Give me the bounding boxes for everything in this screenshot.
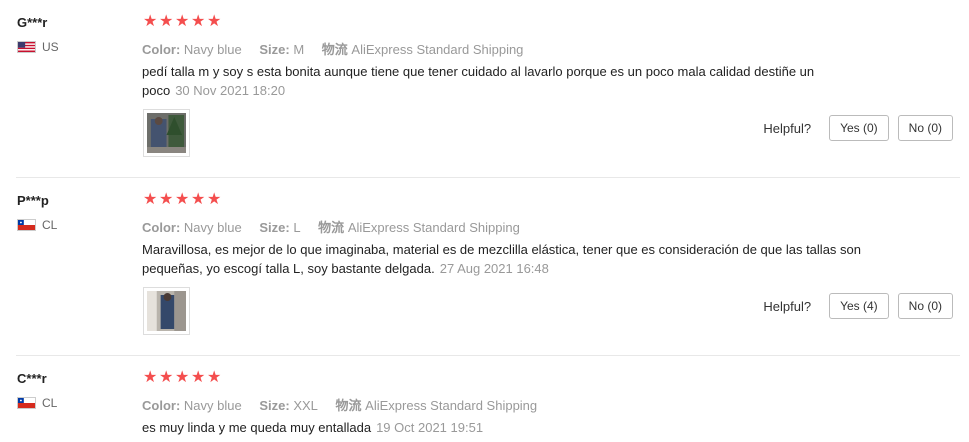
review-divider [16, 177, 960, 178]
star-icon: ★ [207, 13, 222, 30]
shipping-value: AliExpress Standard Shipping [347, 220, 520, 235]
order-info: Color: Navy blue Size: XXL 物流 AliExpress… [142, 395, 537, 414]
photo-image [147, 291, 186, 331]
chile-flag-icon [17, 219, 36, 231]
shipping-label: 物流 [321, 42, 348, 57]
helpful-vote: Helpful? Yes (0) No (0) [763, 115, 953, 141]
helpful-vote: Helpful? Yes (4) No (0) [763, 293, 953, 319]
review-photo-thumbnail[interactable] [143, 287, 190, 335]
star-icon: ★ [159, 191, 174, 208]
star-rating: ★ ★ ★ ★ ★ [143, 14, 222, 30]
size-label: Size: [259, 220, 290, 235]
helpful-yes-button[interactable]: Yes (0) [829, 115, 889, 141]
order-info: Color: Navy blue Size: M 物流 AliExpress S… [142, 39, 523, 58]
color-label: Color: [142, 220, 181, 235]
reviewer-country: CL [17, 396, 57, 410]
star-rating: ★ ★ ★ ★ ★ [143, 192, 222, 208]
helpful-yes-button[interactable]: Yes (4) [829, 293, 889, 319]
country-code: CL [42, 218, 58, 232]
country-code: US [42, 40, 59, 54]
star-icon: ★ [143, 13, 158, 30]
star-icon: ★ [191, 191, 206, 208]
color-value: Navy blue [183, 220, 242, 235]
star-icon: ★ [191, 13, 206, 30]
helpful-no-button[interactable]: No (0) [897, 293, 953, 319]
review-date: 30 Nov 2021 18:20 [175, 83, 286, 98]
color-label: Color: [142, 398, 181, 413]
size-value: M [293, 42, 305, 57]
photo-image [147, 113, 186, 153]
helpful-no-button[interactable]: No (0) [897, 115, 953, 141]
reviewer-country: US [17, 40, 59, 54]
star-rating: ★ ★ ★ ★ ★ [143, 370, 222, 386]
color-label: Color: [142, 42, 181, 57]
star-icon: ★ [191, 369, 206, 386]
star-icon: ★ [175, 369, 190, 386]
review-photo-thumbnail[interactable] [143, 109, 190, 157]
star-icon: ★ [143, 369, 158, 386]
review-date: 27 Aug 2021 16:48 [439, 261, 549, 276]
helpful-label: Helpful? [763, 298, 812, 314]
helpful-label: Helpful? [763, 120, 812, 136]
review-text: es muy linda y me queda muy entallada 19 … [142, 418, 862, 437]
review-text: pedí talla m y soy s esta bonita aunque … [142, 62, 862, 100]
color-value: Navy blue [183, 398, 242, 413]
star-icon: ★ [159, 13, 174, 30]
star-icon: ★ [159, 369, 174, 386]
reviewer-name: P***p [17, 193, 49, 208]
color-value: Navy blue [183, 42, 242, 57]
size-value: L [293, 220, 301, 235]
order-info: Color: Navy blue Size: L 物流 AliExpress S… [142, 217, 520, 236]
review-date: 19 Oct 2021 19:51 [376, 420, 484, 435]
country-code: CL [42, 396, 58, 410]
shipping-label: 物流 [318, 220, 345, 235]
size-label: Size: [259, 398, 290, 413]
size-label: Size: [259, 42, 290, 57]
us-flag-icon [17, 41, 36, 53]
size-value: XXL [293, 398, 318, 413]
star-icon: ★ [143, 191, 158, 208]
review-text: Maravillosa, es mejor de lo que imaginab… [142, 240, 862, 278]
shipping-label: 物流 [335, 398, 362, 413]
reviewer-name: G***r [17, 15, 48, 30]
star-icon: ★ [207, 369, 222, 386]
shipping-value: AliExpress Standard Shipping [365, 398, 538, 413]
chile-flag-icon [17, 397, 36, 409]
review-body: es muy linda y me queda muy entallada [142, 420, 372, 435]
star-icon: ★ [175, 13, 190, 30]
review-divider [16, 355, 960, 356]
reviewer-name: C***r [17, 371, 47, 386]
star-icon: ★ [207, 191, 222, 208]
star-icon: ★ [175, 191, 190, 208]
shipping-value: AliExpress Standard Shipping [351, 42, 524, 57]
reviewer-country: CL [17, 218, 57, 232]
